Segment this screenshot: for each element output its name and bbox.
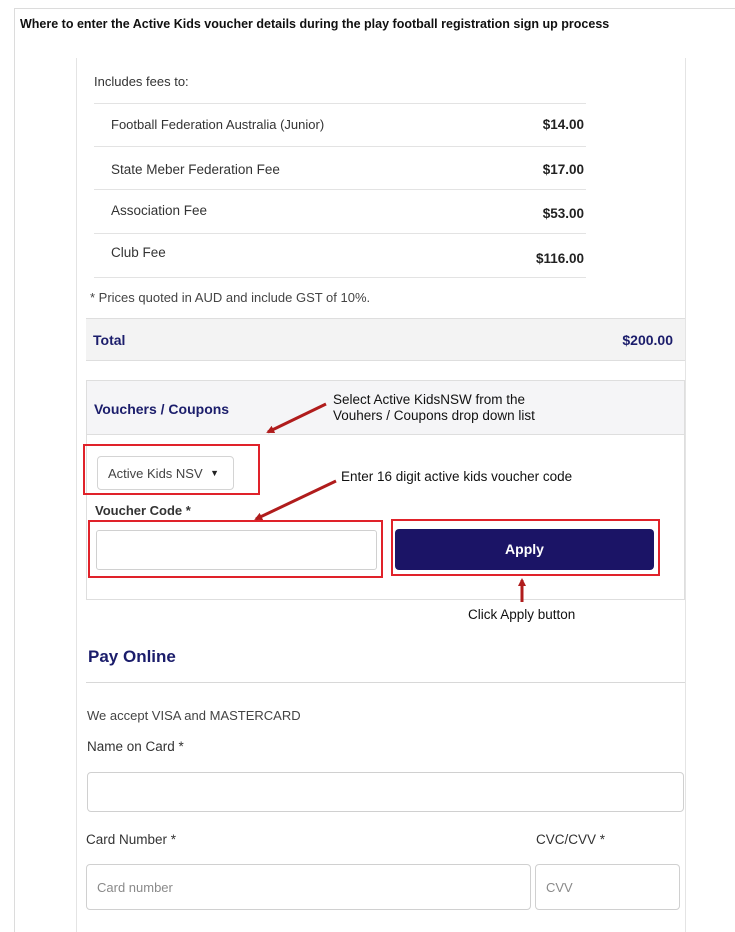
card-number-label: Card Number * [86,832,177,847]
fee-divider [94,146,586,147]
annotation-enter-code: Enter 16 digit active kids voucher code [341,469,573,484]
select-highlight-box [83,444,260,495]
card-number-input[interactable]: Card number [86,864,531,910]
total-row: Total $200.00 [86,318,685,361]
cvv-input[interactable]: CVV [535,864,680,910]
total-amount: $200.00 [622,332,673,348]
fee-amount-club: $116.00 [535,251,584,266]
fee-amount-ffa: $14.00 [542,117,584,132]
cvv-placeholder: CVV [546,880,573,895]
fee-amount-state: $17.00 [542,162,584,177]
vouchers-title: Vouchers / Coupons [94,401,230,417]
fee-divider [94,277,586,278]
prices-note: * Prices quoted in AUD and include GST o… [90,290,371,305]
annotation-select-line1: Select Active KidsNSW from the [333,392,526,407]
fee-divider [94,233,586,234]
fee-name-association: Association Fee [111,203,208,218]
page-title: Where to enter the Active Kids voucher d… [20,17,610,31]
fee-divider [94,189,586,190]
code-highlight-box [88,520,383,578]
accepted-cards-text: We accept VISA and MASTERCARD [87,708,301,723]
fee-divider [94,103,586,104]
annotation-click-apply: Click Apply button [468,607,576,622]
annotation-select-line2: Vouhers / Coupons drop down list [333,408,535,423]
name-on-card-input[interactable] [87,772,684,812]
includes-fees-label: Includes fees to: [94,74,189,89]
total-label: Total [93,332,126,348]
cvc-label: CVC/CVV * [536,832,606,847]
name-on-card-label: Name on Card * [87,739,184,754]
apply-highlight-box [391,519,660,576]
pay-online-title: Pay Online [88,647,176,666]
pay-divider [86,682,685,683]
fee-name-ffa: Football Federation Australia (Junior) [111,117,325,132]
card-number-placeholder: Card number [97,880,173,895]
fee-name-state: State Meber Federation Fee [111,162,280,177]
fee-name-club: Club Fee [111,245,166,260]
voucher-code-label: Voucher Code * [95,503,191,518]
fee-amount-association: $53.00 [542,206,584,221]
